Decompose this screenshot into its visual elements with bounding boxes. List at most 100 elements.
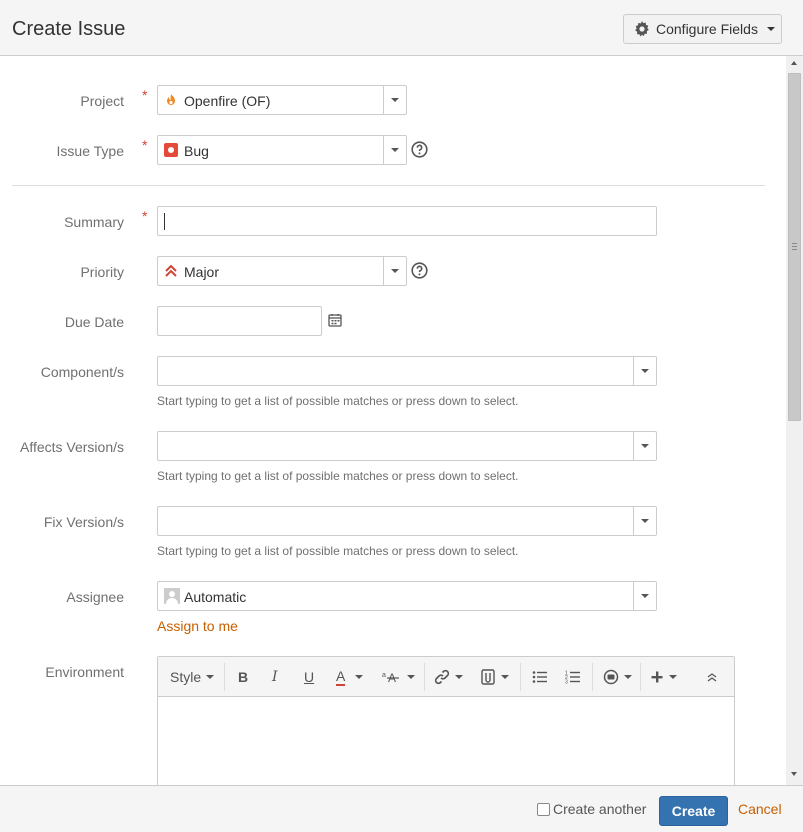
assign-to-me-link[interactable]: Assign to me [157, 618, 238, 634]
grip-line [792, 243, 797, 244]
dropdown-toggle[interactable] [383, 86, 406, 114]
configure-fields-button[interactable]: Configure Fields [623, 14, 782, 44]
insert-more-button[interactable] [650, 668, 677, 686]
chevron-down-icon [641, 444, 649, 448]
plus-icon [651, 671, 663, 683]
chevron-down-icon [641, 519, 649, 523]
due-date-label: Due Date [64, 314, 124, 330]
dropdown-toggle[interactable] [383, 136, 406, 164]
create-button[interactable]: Create [659, 796, 728, 826]
environment-editor[interactable]: Style B I U A aA [157, 656, 735, 785]
required-mark: * [142, 208, 148, 224]
scrollbar-thumb[interactable] [788, 73, 801, 421]
components-select[interactable] [157, 356, 657, 386]
style-label: Style [170, 669, 202, 685]
issue-type-label: Issue Type [56, 143, 124, 159]
text-effects-button[interactable]: aA [382, 668, 415, 686]
numbered-list-button[interactable]: 123 [565, 668, 581, 686]
emoticon-button[interactable] [603, 668, 632, 686]
help-icon[interactable] [411, 262, 428, 279]
due-date-input[interactable] [157, 306, 322, 336]
assignee-value: Automatic [184, 589, 247, 605]
emoticon-icon [603, 669, 619, 685]
fix-versions-select[interactable] [157, 506, 657, 536]
affects-versions-hint: Start typing to get a list of possible m… [157, 469, 519, 483]
editor-toolbar: Style B I U A aA [158, 657, 734, 697]
chevron-down-icon [391, 98, 399, 102]
bullet-list-icon [532, 671, 547, 683]
grip-line [792, 246, 797, 247]
scroll-up-arrow-icon[interactable] [791, 61, 797, 65]
priority-label: Priority [80, 264, 124, 280]
issue-type-value: Bug [184, 143, 209, 159]
grip-line [792, 249, 797, 250]
summary-label: Summary [64, 214, 124, 230]
toolbar-separator [424, 663, 425, 691]
bullet-list-button[interactable] [532, 668, 548, 686]
chevron-down-icon [391, 269, 399, 273]
bold-button[interactable]: B [238, 668, 248, 686]
style-dropdown[interactable]: Style [170, 668, 215, 686]
required-mark: * [142, 87, 148, 103]
chevron-down-icon [501, 675, 509, 679]
calendar-icon[interactable] [328, 313, 342, 330]
toolbar-separator [224, 663, 225, 691]
summary-input[interactable] [157, 206, 657, 236]
project-label: Project [80, 93, 124, 109]
openfire-icon [164, 93, 178, 107]
toolbar-separator [520, 663, 521, 691]
dialog-title: Create Issue [12, 18, 126, 40]
collapse-toolbar-button[interactable] [706, 668, 718, 686]
configure-fields-label: Configure Fields [656, 21, 758, 37]
chevron-down-icon [641, 594, 649, 598]
svg-text:3: 3 [565, 680, 568, 685]
components-label: Component/s [40, 364, 124, 380]
dropdown-toggle[interactable] [633, 582, 656, 610]
environment-label: Environment [45, 664, 124, 680]
dialog-header: Create Issue Configure Fields [0, 0, 803, 56]
dropdown-toggle[interactable] [633, 507, 656, 535]
required-mark: * [142, 137, 148, 153]
affects-versions-select[interactable] [157, 431, 657, 461]
chevron-down-icon [766, 27, 775, 31]
link-icon [434, 669, 450, 685]
scroll-down-arrow-icon[interactable] [791, 772, 797, 776]
chevron-down-icon [641, 369, 649, 373]
assignee-label: Assignee [66, 589, 124, 605]
help-icon[interactable] [411, 141, 428, 158]
cancel-link[interactable]: Cancel [738, 801, 782, 817]
vertical-scrollbar[interactable] [786, 56, 803, 785]
text-cursor [164, 213, 165, 230]
priority-value: Major [184, 264, 220, 280]
divider [12, 185, 765, 186]
create-another-label[interactable]: Create another [553, 801, 646, 817]
components-hint: Start typing to get a list of possible m… [157, 394, 519, 408]
dropdown-toggle[interactable] [633, 357, 656, 385]
project-select[interactable]: Openfire (OF) [157, 85, 407, 115]
text-color-button[interactable]: A [336, 668, 364, 686]
assignee-select[interactable]: Automatic [157, 581, 657, 611]
issue-type-select[interactable]: Bug [157, 135, 407, 165]
form-content: Project * Openfire (OF) Issue Type * Bug… [0, 56, 785, 785]
fix-versions-hint: Start typing to get a list of possible m… [157, 544, 519, 558]
chevron-down-icon [206, 675, 215, 679]
project-value: Openfire (OF) [184, 93, 271, 109]
attachment-button[interactable] [480, 668, 509, 686]
gear-icon [634, 21, 652, 37]
svg-text:a: a [382, 672, 386, 679]
avatar-icon [164, 588, 180, 604]
priority-major-icon [164, 264, 178, 278]
dropdown-toggle[interactable] [383, 257, 406, 285]
chevron-down-icon [355, 675, 364, 679]
create-another-checkbox[interactable] [537, 803, 550, 816]
dropdown-toggle[interactable] [633, 432, 656, 460]
toolbar-separator [640, 663, 641, 691]
chevron-double-up-icon [707, 673, 717, 682]
priority-select[interactable]: Major [157, 256, 407, 286]
chevron-down-icon [391, 148, 399, 152]
link-button[interactable] [434, 668, 463, 686]
fix-versions-label: Fix Version/s [43, 514, 124, 530]
attachment-icon [481, 669, 495, 685]
italic-button[interactable]: I [272, 668, 278, 686]
underline-button[interactable]: U [304, 668, 314, 686]
